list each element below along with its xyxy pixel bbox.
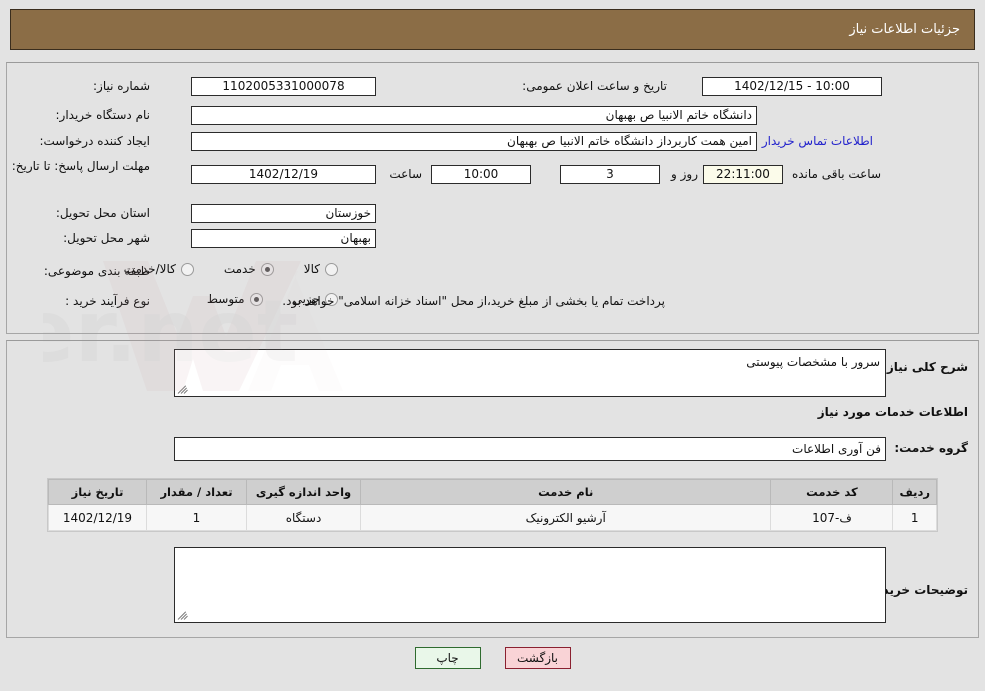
- cell-need-date: 1402/12/19: [48, 504, 147, 531]
- remaining-time-field: 22:11:00: [703, 165, 783, 184]
- back-button[interactable]: بازگشت: [504, 647, 571, 669]
- deadline-label-row: مهلت ارسال پاسخ: تا تاریخ:: [12, 158, 150, 174]
- category-option-1-label: خدمت: [223, 262, 256, 276]
- action-button-bar: بازگشت چاپ: [0, 647, 985, 669]
- buyer-org-field[interactable]: دانشگاه خاتم الانبیا ص بهبهان: [191, 106, 757, 125]
- col-quantity: تعداد / مقدار: [146, 479, 247, 505]
- resize-grip-icon[interactable]: [177, 608, 190, 620]
- process-option-1-label: متوسط: [206, 292, 245, 306]
- cell-service-code: ف-107: [770, 504, 894, 531]
- announce-datetime-label: تاریخ و ساعت اعلان عمومی:: [522, 79, 667, 93]
- city-field[interactable]: بهبهان: [191, 229, 376, 248]
- services-section-title: اطلاعات خدمات مورد نیاز: [817, 405, 968, 419]
- remaining-days-label: روز و: [671, 167, 698, 181]
- table-row[interactable]: 1 ف-107 آرشیو الکترونیک دستگاه 1 1402/12…: [48, 504, 937, 531]
- requester-label-row: ایجاد کننده درخواست:: [39, 133, 150, 149]
- buyer-contact-link[interactable]: اطلاعات تماس خریدار: [762, 134, 873, 148]
- province-field[interactable]: خوزستان: [191, 204, 376, 223]
- page-title: جزئیات اطلاعات نیاز: [849, 22, 960, 37]
- need-number-field[interactable]: 1102005331000078: [191, 77, 376, 96]
- deadline-hour-label: ساعت: [389, 167, 422, 181]
- general-desc-label-row: شرح کلی نیاز:: [882, 359, 968, 375]
- category-option-1[interactable]: خدمت: [224, 262, 274, 276]
- need-summary-panel: شماره نیاز: 1102005331000078 تاریخ و ساع…: [6, 62, 979, 334]
- city-label: شهر محل تحویل:: [63, 231, 150, 245]
- remaining-days-field[interactable]: 3: [560, 165, 660, 184]
- requester-field[interactable]: امین همت کاربرداز دانشگاه خاتم الانبیا ص…: [191, 132, 757, 151]
- service-group-label: گروه خدمت:: [894, 441, 968, 455]
- announce-label-row: تاریخ و ساعت اعلان عمومی:: [522, 78, 667, 94]
- requester-label: ایجاد کننده درخواست:: [39, 134, 150, 148]
- col-need-date: تاریخ نیاز: [48, 479, 147, 505]
- page-header: جزئیات اطلاعات نیاز: [10, 9, 975, 50]
- deadline-label: مهلت ارسال پاسخ: تا تاریخ:: [11, 159, 150, 173]
- general-desc-label: شرح کلی نیاز:: [882, 360, 968, 374]
- radio-icon[interactable]: [180, 262, 194, 276]
- category-option-0[interactable]: کالا: [304, 262, 338, 276]
- services-table-wrapper: ردیف کد خدمت نام خدمت واحد اندازه گیری ت…: [47, 478, 938, 532]
- province-label-row: استان محل تحویل:: [56, 205, 150, 221]
- radio-selected-icon[interactable]: [260, 262, 274, 276]
- col-unit: واحد اندازه گیری: [246, 479, 361, 505]
- city-label-row: شهر محل تحویل:: [63, 230, 150, 246]
- radio-selected-icon[interactable]: [249, 292, 263, 306]
- services-table: ردیف کد خدمت نام خدمت واحد اندازه گیری ت…: [48, 479, 937, 531]
- remaining-time-label: ساعت باقی مانده: [791, 167, 881, 181]
- general-desc-value: سرور با مشخصات پیوستی: [746, 355, 880, 369]
- cell-unit: دستگاه: [246, 504, 361, 531]
- buyer-org-label: نام دستگاه خریدار:: [55, 108, 151, 122]
- print-button[interactable]: چاپ: [414, 647, 481, 669]
- general-desc-textarea[interactable]: سرور با مشخصات پیوستی: [174, 349, 886, 397]
- category-option-0-label: کالا: [303, 262, 320, 276]
- col-service-name: نام خدمت: [359, 479, 772, 505]
- cell-quantity: 1: [146, 504, 247, 531]
- need-number-label: شماره نیاز:: [93, 79, 150, 93]
- category-option-2[interactable]: کالا/خدمت: [124, 262, 194, 276]
- col-service-code: کد خدمت: [770, 479, 894, 505]
- process-label-row: نوع فرآیند خرید :: [65, 293, 150, 309]
- cell-row-no: 1: [892, 504, 937, 531]
- province-label: استان محل تحویل:: [55, 206, 150, 220]
- payment-note: پرداخت تمام یا بخشی از مبلغ خرید،از محل …: [282, 294, 665, 308]
- announce-datetime-field[interactable]: 10:00 - 1402/12/15: [702, 77, 882, 96]
- category-option-2-label: کالا/خدمت: [123, 262, 176, 276]
- cell-service-name: آرشیو الکترونیک: [359, 504, 772, 531]
- services-section-title-row: اطلاعات خدمات مورد نیاز: [818, 404, 968, 420]
- process-type-label: نوع فرآیند خرید :: [65, 294, 150, 308]
- deadline-date-field[interactable]: 1402/12/19: [191, 165, 376, 184]
- category-radio-group: کالا خدمت کالا/خدمت: [124, 262, 338, 276]
- deadline-hour-field[interactable]: 10:00: [431, 165, 531, 184]
- resize-grip-icon[interactable]: [177, 382, 190, 394]
- table-header-row: ردیف کد خدمت نام خدمت واحد اندازه گیری ت…: [48, 479, 937, 505]
- service-group-label-row: گروه خدمت:: [894, 440, 968, 456]
- need-number-label-row: شماره نیاز:: [93, 78, 150, 94]
- col-row-no: ردیف: [892, 479, 937, 505]
- service-group-field[interactable]: فن آوری اطلاعات: [174, 437, 886, 461]
- buyer-notes-textarea[interactable]: [174, 547, 886, 623]
- buyer-org-label-row: نام دستگاه خریدار:: [56, 107, 151, 123]
- process-option-1[interactable]: متوسط: [207, 292, 263, 306]
- radio-icon[interactable]: [325, 262, 338, 276]
